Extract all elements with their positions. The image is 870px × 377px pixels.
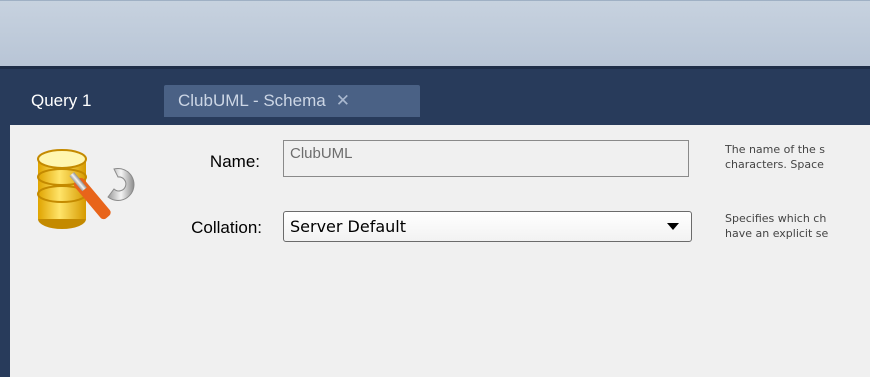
chevron-down-icon [667, 223, 679, 230]
collation-select[interactable]: Server Default [283, 211, 692, 242]
database-wrench-icon [37, 149, 135, 229]
tab-strip-shadow [0, 66, 870, 69]
help-line: have an explicit se [725, 227, 829, 240]
schema-name-field[interactable]: ClubUML [283, 140, 689, 177]
help-line: Specifies which ch [725, 212, 827, 225]
title-bar-border [0, 0, 870, 1]
panel-left-border [0, 125, 10, 377]
name-label: Name: [209, 152, 260, 171]
tab-query-1[interactable]: Query 1 [8, 85, 148, 117]
tab-label: ClubUML - Schema [178, 91, 326, 110]
tab-label: Query 1 [31, 91, 92, 110]
name-help-text: The name of the s characters. Space [725, 142, 870, 172]
help-line: The name of the s [725, 143, 826, 156]
collation-help-text: Specifies which ch have an explicit se [725, 211, 870, 241]
window-title-bar [0, 0, 870, 66]
tab-clubuml-schema[interactable]: ClubUML - Schema ✕ [164, 85, 420, 117]
close-icon[interactable]: ✕ [336, 91, 350, 111]
collation-selected-value: Server Default [290, 217, 407, 236]
collation-label: Collation: [191, 218, 262, 237]
help-line: characters. Space [725, 158, 824, 171]
